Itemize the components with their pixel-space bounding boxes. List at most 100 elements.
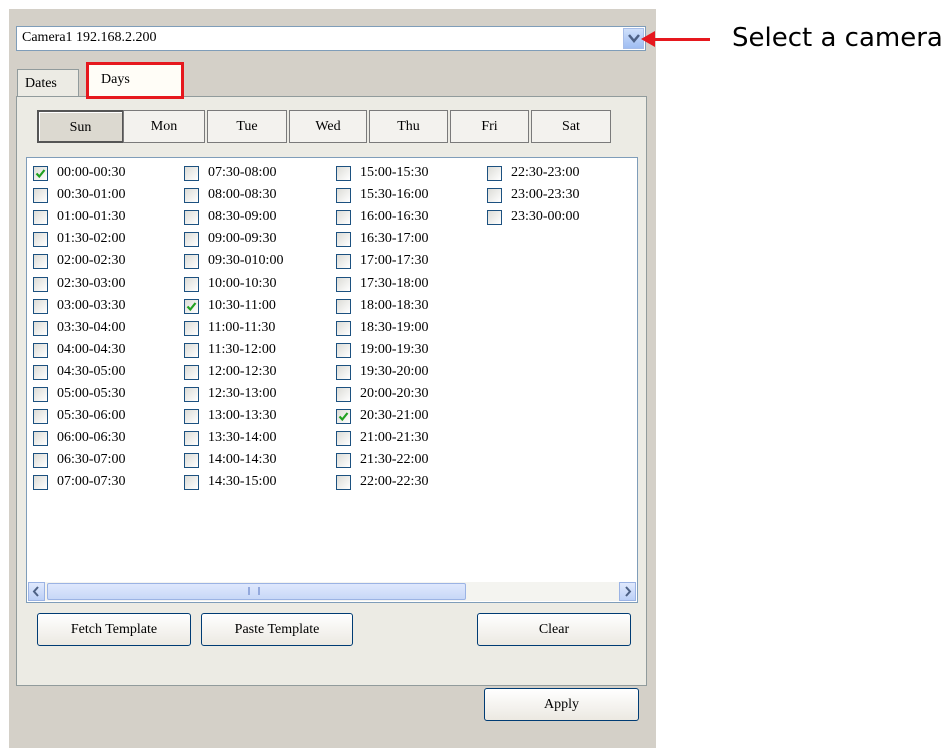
time-slot-checkbox[interactable] (184, 254, 199, 270)
camera-select[interactable]: Camera1 192.168.2.200 (16, 26, 646, 51)
day-button-tue[interactable]: Tue (207, 110, 287, 143)
time-slot-label: 19:30-20:00 (360, 363, 429, 379)
day-button-wed[interactable]: Wed (289, 110, 367, 143)
annotation-arrow-line (646, 38, 710, 41)
clear-button[interactable]: Clear (477, 613, 631, 646)
time-slot-checkbox[interactable] (336, 298, 351, 314)
tab-dates[interactable]: Dates (17, 69, 79, 97)
time-slot-checkbox[interactable] (33, 431, 48, 447)
time-slot-checkbox[interactable] (184, 276, 199, 292)
day-button-fri[interactable]: Fri (450, 110, 529, 143)
day-button-sun[interactable]: Sun (37, 110, 124, 143)
grip-icon (248, 587, 260, 595)
time-slot-label: 03:30-04:00 (57, 319, 126, 335)
day-button-sat[interactable]: Sat (531, 110, 611, 143)
scroll-right-button[interactable] (619, 582, 636, 601)
time-slot-checkbox[interactable] (184, 232, 199, 248)
checkmark-icon (35, 169, 46, 179)
time-slot-label: 19:00-19:30 (360, 341, 429, 357)
time-slot-label: 23:30-00:00 (511, 209, 580, 225)
time-slot-label: 17:30-18:00 (360, 275, 429, 291)
time-slot-checkbox[interactable] (33, 320, 48, 336)
time-slot-list: 00:00-00:30 00:30-01:00 01:00-01:30 01:30-0… (26, 157, 638, 603)
time-slot-label: 00:00-00:30 (57, 165, 126, 180)
time-slot-checkbox[interactable] (336, 254, 351, 270)
time-slot-label: 13:30-14:00 (208, 430, 277, 446)
time-slot-checkbox[interactable] (184, 431, 199, 447)
time-slot-checkbox[interactable] (487, 166, 502, 181)
time-slot-checkbox[interactable] (33, 276, 48, 292)
time-slot-label: 23:00-23:30 (511, 187, 580, 203)
time-slot-checkbox[interactable] (33, 342, 48, 358)
time-slot-label: 10:00-10:30 (208, 275, 277, 291)
time-slot-checkbox[interactable] (336, 276, 351, 292)
time-slot-checkbox[interactable] (336, 166, 351, 181)
time-slot-checkbox[interactable] (487, 210, 502, 226)
time-slot-checkbox[interactable] (184, 475, 199, 491)
time-slot-checkbox[interactable] (184, 342, 199, 358)
time-slot-checkbox[interactable] (184, 409, 199, 425)
time-slot-label: 03:00-03:30 (57, 297, 126, 313)
day-button-mon[interactable]: Mon (123, 110, 205, 143)
time-slot-label: 05:00-05:30 (57, 386, 126, 401)
horizontal-scrollbar[interactable] (28, 582, 636, 601)
time-slot-label: 15:30-16:00 (360, 187, 429, 203)
chevron-right-icon (625, 586, 632, 597)
time-slot-label: 18:00-18:30 (360, 297, 429, 313)
paste-template-button[interactable]: Paste Template (201, 613, 353, 646)
time-slot-checkbox[interactable] (336, 342, 351, 358)
time-slot-checkbox[interactable] (33, 453, 48, 469)
time-slot-label: 14:30-15:00 (208, 474, 277, 490)
time-slot-checkbox[interactable] (184, 298, 199, 314)
time-slot-checkbox[interactable] (184, 188, 199, 204)
time-slot-label: 10:30-11:00 (208, 297, 276, 313)
time-slot-label: 02:30-03:00 (57, 275, 126, 291)
time-slot-checkbox[interactable] (33, 475, 48, 491)
time-slot-checkbox[interactable] (184, 453, 199, 469)
time-slot-checkbox[interactable] (33, 188, 48, 204)
time-slot-checkbox[interactable] (487, 188, 502, 204)
time-slot-checkbox[interactable] (33, 298, 48, 314)
time-slot-checkbox[interactable] (336, 232, 351, 248)
time-slot-label: 17:00-17:30 (360, 253, 429, 269)
time-slot-label: 07:00-07:30 (57, 474, 126, 490)
time-slot-checkbox[interactable] (336, 475, 351, 491)
time-slot-label: 16:30-17:00 (360, 231, 429, 247)
apply-button[interactable]: Apply (484, 688, 639, 721)
time-slot-label: 09:00-09:30 (208, 231, 277, 247)
time-slot-checkbox[interactable] (33, 364, 48, 380)
time-slot-checkbox[interactable] (33, 166, 48, 181)
time-slot-label: 13:00-13:30 (208, 408, 277, 424)
time-slot-checkbox[interactable] (184, 320, 199, 336)
scroll-left-button[interactable] (28, 582, 45, 601)
time-slot-checkbox[interactable] (336, 453, 351, 469)
time-slot-checkbox[interactable] (336, 188, 351, 204)
time-slot-checkbox[interactable] (184, 166, 199, 181)
time-slot-label: 21:00-21:30 (360, 430, 429, 446)
time-slot-label: 15:00-15:30 (360, 165, 429, 180)
tab-days-label: Days (101, 72, 130, 87)
time-slot-checkbox[interactable] (33, 387, 48, 402)
day-button-thu[interactable]: Thu (369, 110, 448, 143)
time-slot-checkbox[interactable] (336, 387, 351, 402)
time-slot-checkbox[interactable] (336, 364, 351, 380)
time-slot-checkbox[interactable] (33, 409, 48, 425)
time-slot-checkbox[interactable] (336, 431, 351, 447)
time-slot-checkbox[interactable] (336, 320, 351, 336)
scrollbar-thumb[interactable] (47, 583, 466, 600)
time-slot-checkbox[interactable] (184, 210, 199, 226)
time-slot-label: 11:30-12:00 (208, 341, 276, 357)
time-slot-checkbox[interactable] (184, 364, 199, 380)
fetch-template-button[interactable]: Fetch Template (37, 613, 191, 646)
time-slot-checkbox[interactable] (33, 254, 48, 270)
tab-days[interactable]: Days (86, 62, 184, 99)
time-slot-checkbox[interactable] (336, 409, 351, 425)
time-slot-label: 22:30-23:00 (511, 165, 580, 180)
camera-select-value: Camera1 192.168.2.200 (22, 30, 157, 45)
time-slot-label: 20:00-20:30 (360, 386, 429, 401)
time-slot-checkbox[interactable] (33, 210, 48, 226)
time-slot-checkbox[interactable] (33, 232, 48, 248)
time-slot-checkbox[interactable] (184, 387, 199, 402)
time-slot-label: 21:30-22:00 (360, 452, 429, 468)
time-slot-checkbox[interactable] (336, 210, 351, 226)
